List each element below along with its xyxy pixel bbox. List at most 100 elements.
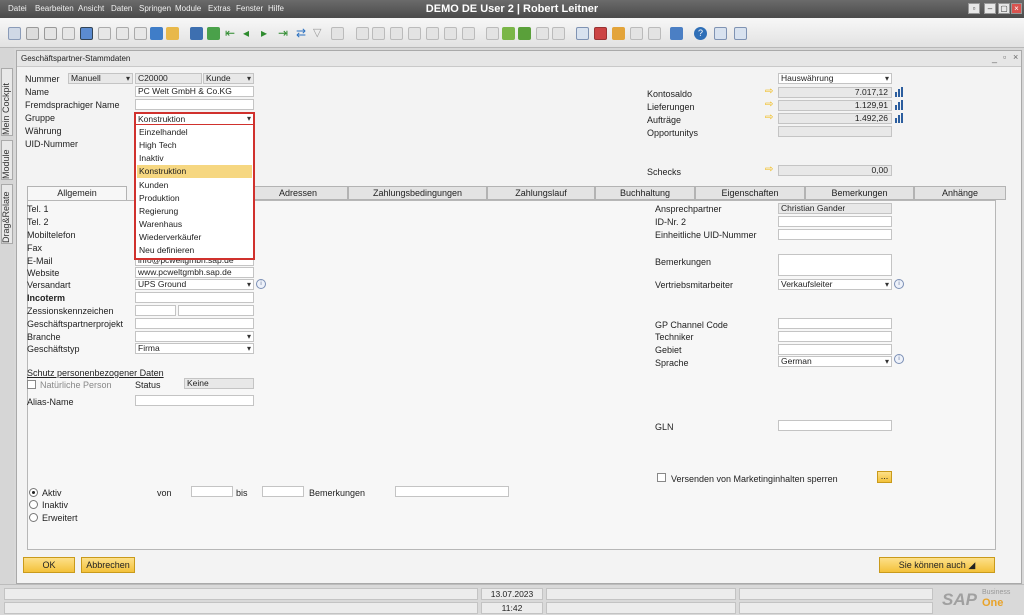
find-icon[interactable] bbox=[166, 27, 179, 40]
tab-allgemein[interactable]: Allgemein bbox=[27, 186, 127, 201]
currency-select[interactable]: Hauswährung bbox=[778, 73, 892, 84]
natuerliche-person-checkbox[interactable] bbox=[27, 380, 36, 389]
cancel-button[interactable]: Abbrechen bbox=[81, 557, 135, 573]
last-record-icon[interactable]: ⇥ bbox=[278, 27, 291, 40]
gln-field[interactable] bbox=[778, 420, 892, 431]
side-tab-module[interactable]: Module bbox=[1, 140, 13, 180]
gp-channel-field[interactable] bbox=[778, 318, 892, 329]
marketing-ellipsis-button[interactable]: ... bbox=[877, 471, 892, 483]
base-document-icon[interactable] bbox=[356, 27, 369, 40]
idnr2-field[interactable] bbox=[778, 216, 892, 227]
first-record-icon[interactable]: ⇤ bbox=[225, 27, 238, 40]
gpprojekt-field[interactable] bbox=[135, 318, 254, 329]
tab-zahlungslauf[interactable]: Zahlungslauf bbox=[487, 186, 595, 200]
pencil-icon[interactable] bbox=[486, 27, 499, 40]
von-field[interactable] bbox=[191, 486, 233, 497]
fremdname-field[interactable] bbox=[135, 99, 254, 110]
lieferungen-link-arrow-icon[interactable]: ⇨ bbox=[765, 100, 776, 110]
zession-field-2[interactable] bbox=[178, 305, 254, 316]
form-close-icon[interactable]: × bbox=[1013, 52, 1018, 62]
versandart-info-icon[interactable]: i bbox=[256, 279, 266, 289]
erweitert-radio[interactable] bbox=[29, 513, 38, 522]
vertrieb-info-icon[interactable]: i bbox=[894, 279, 904, 289]
bis-field[interactable] bbox=[262, 486, 304, 497]
close-button[interactable]: × bbox=[1011, 3, 1022, 14]
kontosaldo-link-arrow-icon[interactable]: ⇨ bbox=[765, 87, 776, 97]
gruppe-option[interactable]: Inaktiv bbox=[137, 152, 252, 165]
delete-icon[interactable] bbox=[594, 27, 607, 40]
layout-icon[interactable] bbox=[714, 27, 727, 40]
table-icon[interactable] bbox=[462, 27, 475, 40]
auftraege-link-arrow-icon[interactable]: ⇨ bbox=[765, 113, 776, 123]
fax-icon[interactable] bbox=[80, 27, 93, 40]
schecks-link-arrow-icon[interactable]: ⇨ bbox=[765, 165, 776, 175]
email-icon[interactable] bbox=[44, 27, 57, 40]
grid-icon[interactable] bbox=[444, 27, 457, 40]
side-tab-dragrelate[interactable]: Drag&Relate bbox=[1, 184, 13, 244]
bp-type-select[interactable]: Kunde bbox=[203, 73, 254, 84]
gruppe-option[interactable]: Warenhaus bbox=[137, 218, 252, 231]
bemerkungen-field[interactable] bbox=[778, 254, 892, 276]
filter-icon[interactable]: ▽ bbox=[313, 27, 326, 40]
gruppe-option[interactable]: Produktion bbox=[137, 192, 252, 205]
refresh-icon[interactable]: ⇄ bbox=[296, 27, 309, 40]
vertrieb-select[interactable]: Verkaufsleiter bbox=[778, 279, 892, 290]
edit-doc-icon[interactable] bbox=[518, 27, 531, 40]
nummer-field[interactable]: C20000 bbox=[135, 73, 202, 84]
name-field[interactable]: PC Welt GmbH & Co.KG bbox=[135, 86, 254, 97]
tab-adressen[interactable]: Adressen bbox=[248, 186, 348, 200]
gruppe-option[interactable]: High Tech bbox=[137, 139, 252, 152]
branche-select[interactable] bbox=[135, 331, 254, 342]
settings-icon[interactable] bbox=[426, 27, 439, 40]
incoterm-field[interactable] bbox=[135, 292, 254, 303]
zession-field[interactable] bbox=[135, 305, 176, 316]
ansprechpartner-field[interactable]: Christian Gander bbox=[778, 203, 892, 214]
window-icon-tb[interactable] bbox=[670, 27, 683, 40]
previous-record-icon[interactable]: ◂ bbox=[243, 27, 256, 40]
sprache-select[interactable]: German bbox=[778, 356, 892, 367]
status-bemerkungen-field[interactable] bbox=[395, 486, 509, 497]
versandart-select[interactable]: UPS Ground bbox=[135, 279, 254, 290]
message-icon[interactable] bbox=[536, 27, 549, 40]
logout-icon[interactable] bbox=[734, 27, 747, 40]
tree-icon[interactable] bbox=[648, 27, 661, 40]
gruppe-select[interactable]: Konstruktion bbox=[136, 114, 253, 125]
hand-icon[interactable] bbox=[408, 27, 421, 40]
einheitliche-uid-field[interactable] bbox=[778, 229, 892, 240]
new-icon[interactable] bbox=[207, 27, 220, 40]
tab-zahlungsbedingungen[interactable]: Zahlungsbedingungen bbox=[348, 186, 487, 200]
tab-bemerkungen[interactable]: Bemerkungen bbox=[805, 186, 914, 200]
form-minimize-icon[interactable]: _ bbox=[992, 53, 997, 63]
gruppe-option-define-new[interactable]: Neu definieren bbox=[137, 244, 252, 257]
next-record-icon[interactable]: ▸ bbox=[261, 27, 274, 40]
copy-icon[interactable] bbox=[116, 27, 129, 40]
lock-icon[interactable] bbox=[630, 27, 643, 40]
nummer-series-select[interactable]: Manuell bbox=[68, 73, 133, 84]
binoculars-icon[interactable] bbox=[190, 27, 203, 40]
tab-anhaenge[interactable]: Anhänge bbox=[914, 186, 1006, 200]
sort-icon[interactable] bbox=[331, 27, 344, 40]
gruppe-dropdown[interactable]: Konstruktion Einzelhandel High Tech Inak… bbox=[134, 112, 255, 260]
add-doc-icon[interactable] bbox=[502, 27, 515, 40]
maximize-button[interactable]: ▢ bbox=[998, 3, 1010, 14]
gruppe-option[interactable]: Wiederverkäufer bbox=[137, 231, 252, 244]
gruppe-option-selected[interactable]: Konstruktion bbox=[137, 165, 252, 178]
side-tab-cockpit[interactable]: Mein Cockpit bbox=[1, 68, 13, 136]
document-icon[interactable] bbox=[98, 27, 111, 40]
marketing-checkbox[interactable] bbox=[657, 473, 666, 482]
upload-icon[interactable] bbox=[150, 27, 163, 40]
window-icon[interactable]: ▫ bbox=[968, 3, 980, 14]
aktiv-radio[interactable] bbox=[29, 488, 38, 497]
alias-field[interactable] bbox=[135, 395, 254, 406]
help-icon[interactable]: ? bbox=[694, 27, 707, 40]
target-document-icon[interactable] bbox=[372, 27, 385, 40]
gebiet-field[interactable] bbox=[778, 344, 892, 355]
gruppe-option[interactable]: Kunden bbox=[137, 179, 252, 192]
geschaeftstyp-select[interactable]: Firma bbox=[135, 343, 254, 354]
chat-icon[interactable] bbox=[552, 27, 565, 40]
tab-eigenschaften[interactable]: Eigenschaften bbox=[695, 186, 805, 200]
inaktiv-radio[interactable] bbox=[29, 500, 38, 509]
form-icon[interactable] bbox=[576, 27, 589, 40]
sprache-info-icon[interactable]: i bbox=[894, 354, 904, 364]
auftraege-chart-icon[interactable] bbox=[895, 113, 905, 123]
